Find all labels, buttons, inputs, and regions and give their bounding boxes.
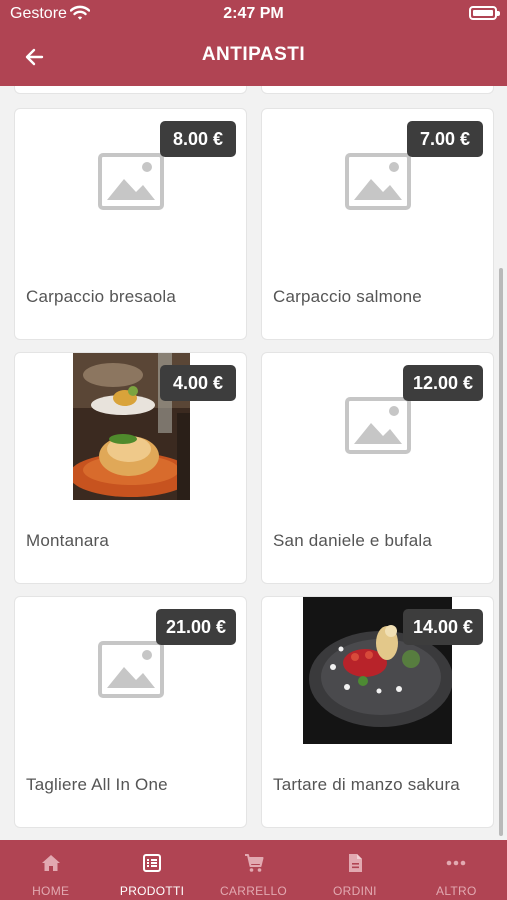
tab-label: HOME: [32, 884, 70, 898]
status-time: 2:47 PM: [223, 5, 284, 22]
product-card-san-daniele-e-bufala[interactable]: 12.00 € San daniele e bufala: [261, 352, 494, 584]
product-name: Carpaccio salmone: [273, 287, 422, 306]
product-card-tagliere-all-in-one[interactable]: 21.00 € Tagliere All In One: [14, 596, 247, 828]
price-badge: 7.00 €: [407, 121, 483, 157]
tab-home[interactable]: HOME: [0, 840, 101, 900]
more-icon: [447, 860, 466, 866]
product-card-carpaccio-bresaola[interactable]: 8.00 € Carpaccio bresaola: [14, 108, 247, 340]
tab-prodotti[interactable]: PRODOTTI: [101, 840, 202, 900]
home-icon: [41, 855, 60, 871]
tab-label: ORDINI: [333, 884, 377, 898]
page-title: ANTIPASTI: [201, 44, 306, 65]
battery-icon: [469, 6, 500, 20]
tab-label: CARRELLO: [219, 884, 288, 898]
product-card-tartare-di-manzo-sakura[interactable]: 14.00 € Tartare di manzo sakura: [261, 596, 494, 828]
partial-card[interactable]: [261, 86, 494, 94]
tab-carrello[interactable]: CARRELLO: [203, 840, 304, 900]
price-badge: 14.00 €: [402, 609, 483, 645]
product-grid[interactable]: 8.00 € Carpaccio bresaola 7.00 € Carpacc…: [0, 86, 507, 840]
product-name: Carpaccio bresaola: [26, 287, 177, 306]
price-badge: 8.00 €: [160, 121, 236, 157]
image-placeholder-icon: [98, 153, 164, 210]
image-placeholder-icon: [345, 153, 411, 210]
product-card-carpaccio-salmone[interactable]: 7.00 € Carpaccio salmone: [261, 108, 494, 340]
product-name: Tagliere All In One: [26, 775, 168, 794]
app-header: Gestore 2:47 PM ANTIPASTI: [0, 0, 507, 86]
cart-icon: [244, 854, 264, 872]
partial-card[interactable]: [14, 86, 247, 94]
tab-altro[interactable]: ALTRO: [406, 840, 507, 900]
image-placeholder-icon: [345, 397, 411, 454]
price-badge: 12.00 €: [402, 365, 483, 401]
bottom-tab-bar: HOME PRODOTTI CARRELLO ORDINI ALTRO: [0, 840, 507, 900]
image-placeholder-icon: [98, 641, 164, 698]
tab-label: PRODOTTI: [119, 884, 185, 898]
document-icon: [348, 854, 362, 872]
status-bar: Gestore 2:47 PM: [0, 0, 507, 30]
tab-ordini[interactable]: ORDINI: [304, 840, 405, 900]
product-name: Tartare di manzo sakura: [273, 775, 460, 794]
tab-label: ALTRO: [436, 884, 477, 898]
product-name: San daniele e bufala: [273, 531, 433, 550]
product-card-montanara[interactable]: 4.00 € Montanara: [14, 352, 247, 584]
price-badge: 21.00 €: [155, 609, 236, 645]
product-name: Montanara: [26, 531, 110, 550]
price-badge: 4.00 €: [160, 365, 236, 401]
scrollbar[interactable]: [499, 268, 503, 836]
list-icon: [143, 854, 162, 872]
